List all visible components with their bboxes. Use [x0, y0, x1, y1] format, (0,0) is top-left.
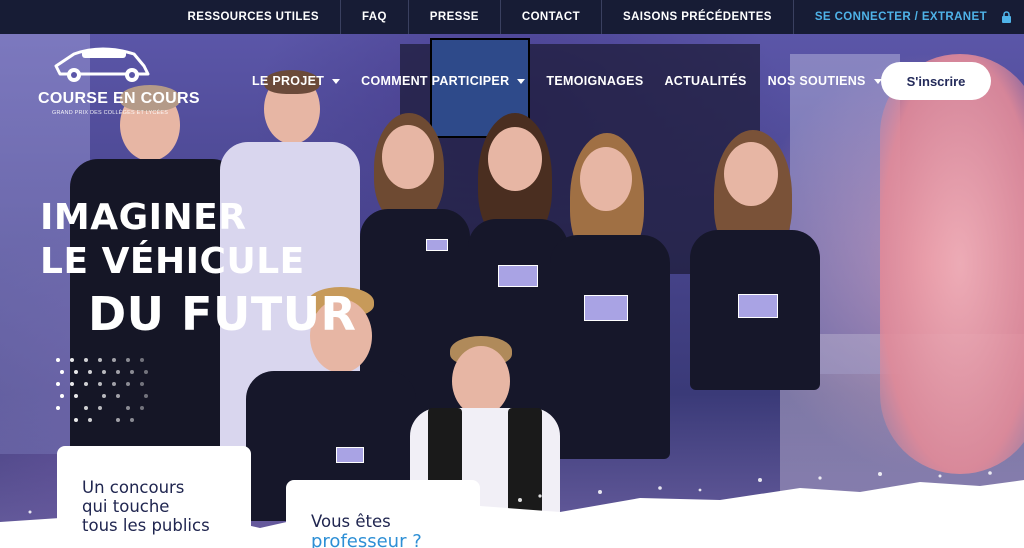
decorative-dot [84, 382, 88, 386]
login-label: SE CONNECTER / EXTRANET [814, 11, 987, 23]
topbar-link-ressources[interactable]: RESSOURCES UTILES [167, 0, 340, 34]
hero-headline-line1: IMAGINER [40, 197, 247, 238]
nav-item-temoignages[interactable]: TEMOIGNAGES [546, 74, 643, 88]
decorative-dot [56, 382, 60, 386]
feature-card-professeur[interactable]: Vous êtes professeur ? [286, 480, 480, 548]
decorative-dot [126, 406, 130, 410]
card-line: tous les publics [82, 516, 210, 535]
decorative-dot [84, 358, 88, 362]
decorative-dot [56, 358, 60, 362]
decorative-dot [126, 382, 130, 386]
nav-item-label: COMMENT PARTICIPER [361, 74, 510, 88]
nav-item-nos-soutiens[interactable]: NOS SOUTIENS [768, 74, 882, 88]
decorative-dot [140, 406, 144, 410]
decorative-dot [140, 358, 144, 362]
signup-button[interactable]: S'inscrire [881, 62, 991, 100]
card-line: qui touche [82, 497, 170, 516]
decorative-dot [88, 370, 92, 374]
nav-item-label: ACTUALITÉS [664, 74, 747, 88]
decorative-dot [130, 370, 134, 374]
hero-headline: IMAGINER LE VÉHICULE DU FUTUR [40, 196, 356, 340]
feature-card-publics[interactable]: Un concours qui touche tous les publics [57, 446, 251, 548]
decorative-dot [74, 418, 78, 422]
topbar-link-contact[interactable]: CONTACT [499, 0, 601, 34]
hero-headline-line3: DU FUTUR [88, 287, 357, 341]
decorative-dot [112, 358, 116, 362]
lock-icon [1002, 11, 1011, 23]
card-line: Un concours [82, 478, 185, 497]
photo-person [680, 130, 820, 474]
decorative-dot [98, 406, 102, 410]
topbar-link-saisons[interactable]: SAISONS PRÉCÉDENTES [601, 0, 793, 34]
topbar-link-presse[interactable]: PRESSE [407, 0, 500, 34]
site-logo[interactable]: COURSE EN COURS GRAND PRIX DES COLLÈGES … [36, 44, 200, 124]
decorative-dot [116, 394, 120, 398]
chevron-down-icon [517, 78, 526, 84]
decorative-dot [116, 370, 120, 374]
photo-person [550, 133, 670, 459]
nav-item-le-projet[interactable]: LE PROJET [252, 74, 341, 88]
main-navigation: LE PROJET COMMENT PARTICIPER TEMOIGNAGES… [252, 62, 903, 100]
foreground-hand [880, 54, 1024, 474]
chevron-down-icon [332, 78, 341, 84]
decorative-dot [60, 370, 64, 374]
decorative-dot [98, 358, 102, 362]
decorative-dot [130, 418, 134, 422]
nav-item-actualites[interactable]: ACTUALITÉS [664, 74, 746, 88]
decorative-dot [102, 394, 106, 398]
decorative-dot [126, 358, 130, 362]
decorative-dot [144, 394, 148, 398]
top-utility-bar: RESSOURCES UTILES FAQ PRESSE CONTACT SAI… [0, 0, 1024, 34]
login-link[interactable]: SE CONNECTER / EXTRANET [792, 0, 1024, 34]
card-highlight: professeur ? [311, 531, 422, 548]
nav-item-label: LE PROJET [252, 74, 325, 88]
nav-item-label: TEMOIGNAGES [546, 74, 644, 88]
decorative-dot [102, 370, 106, 374]
decorative-dot [56, 406, 60, 410]
decorative-dot [116, 418, 120, 422]
decorative-dot [70, 358, 74, 362]
nav-item-label: NOS SOUTIENS [767, 74, 866, 88]
logo-brand-text: COURSE EN COURS [38, 90, 200, 107]
decorative-dot [60, 394, 64, 398]
decorative-dot [140, 382, 144, 386]
decorative-dot [144, 370, 148, 374]
decorative-dot [74, 370, 78, 374]
decorative-dot [98, 382, 102, 386]
hero-headline-line2: LE VÉHICULE [40, 241, 305, 282]
decorative-dot [74, 394, 78, 398]
decorative-dot [88, 418, 92, 422]
race-car-logo-icon [54, 47, 150, 82]
topbar-link-faq[interactable]: FAQ [339, 0, 408, 34]
decorative-dot [84, 406, 88, 410]
nav-item-comment-participer[interactable]: COMMENT PARTICIPER [361, 74, 526, 88]
logo-tagline: GRAND PRIX DES COLLÈGES ET LYCÉES [52, 110, 169, 116]
decorative-dot [70, 382, 74, 386]
decorative-dot [112, 382, 116, 386]
card-line: Vous êtes [311, 512, 391, 531]
